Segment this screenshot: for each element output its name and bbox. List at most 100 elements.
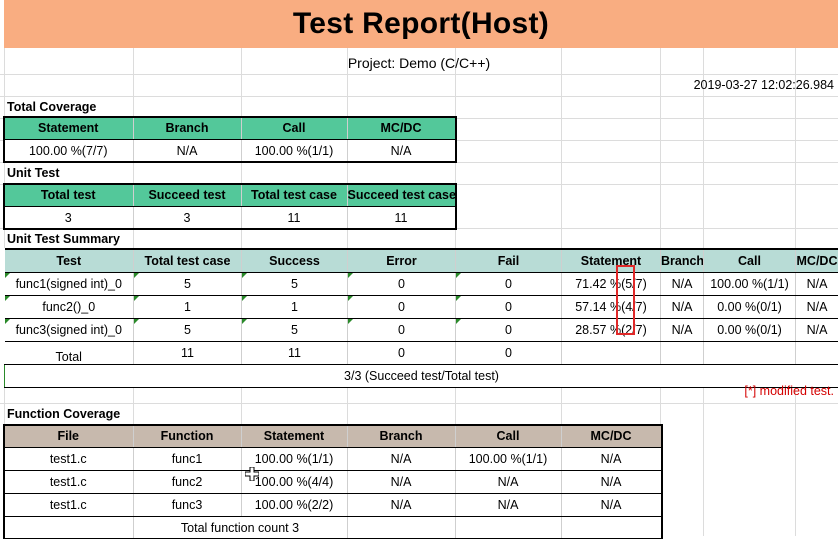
modified-test-note: [*] modified test.: [744, 384, 834, 398]
table-cell[interactable]: 0: [456, 319, 562, 342]
table-row: func2()_0 1 1 0 0 57.14 %(4/7) N/A 0.00 …: [5, 296, 838, 319]
table-cell[interactable]: 0: [348, 273, 456, 296]
table-cell[interactable]: 100.00 %(2/2): [241, 494, 347, 517]
table-cell[interactable]: 11: [241, 207, 347, 230]
table-cell[interactable]: 1: [242, 296, 348, 319]
col-header: Branch: [661, 249, 704, 273]
col-header: Call: [241, 117, 347, 140]
table-cell[interactable]: N/A: [661, 273, 704, 296]
total-coverage-table: Statement Branch Call MC/DC 100.00 %(7/7…: [4, 117, 456, 162]
highlight-box: [616, 265, 635, 335]
table-cell[interactable]: N/A: [347, 494, 455, 517]
function-coverage-heading: Function Coverage: [7, 407, 120, 421]
table-cell[interactable]: N/A: [347, 471, 455, 494]
table-cell[interactable]: 3: [133, 207, 241, 230]
table-row: 3 3 11 11: [4, 207, 455, 230]
col-header: Success: [242, 249, 348, 273]
table-row: test1.c func2 100.00 %(4/4) N/A N/A N/A: [4, 471, 661, 494]
col-header: Call: [704, 249, 796, 273]
table-cell[interactable]: func2()_0: [5, 296, 134, 319]
col-header: Call: [455, 425, 561, 448]
table-cell[interactable]: N/A: [561, 471, 661, 494]
table-cell[interactable]: 0.00 %(0/1): [704, 296, 796, 319]
ratio-row: 3/3 (Succeed test/Total test): [5, 365, 838, 388]
table-cell[interactable]: 0: [348, 342, 456, 365]
table-cell[interactable]: N/A: [455, 494, 561, 517]
table-cell[interactable]: N/A: [661, 296, 704, 319]
table-cell[interactable]: N/A: [455, 471, 561, 494]
col-header: Total test case: [241, 184, 347, 207]
col-header: Function: [133, 425, 241, 448]
table-cell[interactable]: 0: [456, 273, 562, 296]
table-cell[interactable]: N/A: [796, 273, 838, 296]
table-cell[interactable]: test1.c: [4, 471, 133, 494]
table-cell[interactable]: 5: [242, 273, 348, 296]
table-cell[interactable]: 57.14 %(4/7): [562, 296, 661, 319]
table-cell[interactable]: 11: [347, 207, 455, 230]
table-cell[interactable]: func1(signed int)_0: [5, 273, 134, 296]
col-header: MC/DC: [347, 117, 455, 140]
table-cell[interactable]: N/A: [347, 448, 455, 471]
table-cell[interactable]: 100.00 %(1/1): [241, 140, 347, 163]
table-cell[interactable]: 100.00 %(1/1): [455, 448, 561, 471]
table-row: func1(signed int)_0 5 5 0 0 71.42 %(5/7)…: [5, 273, 838, 296]
table-cell[interactable]: 0: [456, 296, 562, 319]
table-cell[interactable]: [704, 342, 796, 365]
col-header: Branch: [347, 425, 455, 448]
col-header: Total test: [4, 184, 133, 207]
col-header: Branch: [133, 117, 241, 140]
table-cell[interactable]: N/A: [796, 296, 838, 319]
report-timestamp: 2019-03-27 12:02:26.984: [694, 78, 834, 92]
cursor-move-icon: [245, 467, 259, 481]
col-header: Statement: [4, 117, 133, 140]
table-cell[interactable]: func2: [133, 471, 241, 494]
table-cell[interactable]: Total: [5, 342, 134, 365]
table-cell[interactable]: 1: [134, 296, 242, 319]
table-cell[interactable]: [562, 342, 661, 365]
table-cell[interactable]: 5: [134, 273, 242, 296]
col-header: Statement: [241, 425, 347, 448]
table-cell[interactable]: test1.c: [4, 494, 133, 517]
succeed-ratio[interactable]: 3/3 (Succeed test/Total test): [5, 365, 838, 388]
table-cell[interactable]: [661, 342, 704, 365]
table-cell[interactable]: 71.42 %(5/7): [562, 273, 661, 296]
table-cell[interactable]: N/A: [133, 140, 241, 163]
table-cell[interactable]: [796, 342, 838, 365]
table-cell[interactable]: 0: [456, 342, 562, 365]
table-cell[interactable]: 100.00 %(1/1): [704, 273, 796, 296]
table-cell[interactable]: N/A: [561, 448, 661, 471]
col-header: Error: [348, 249, 456, 273]
col-header: File: [4, 425, 133, 448]
col-header: MC/DC: [796, 249, 838, 273]
table-cell[interactable]: 5: [134, 319, 242, 342]
total-coverage-heading: Total Coverage: [7, 100, 96, 114]
col-header: Succeed test: [133, 184, 241, 207]
table-row: test1.c func3 100.00 %(2/2) N/A N/A N/A: [4, 494, 661, 517]
table-cell[interactable]: N/A: [796, 319, 838, 342]
unit-test-summary-table: Test Total test case Success Error Fail …: [4, 248, 838, 388]
table-cell[interactable]: 11: [242, 342, 348, 365]
col-header: Succeed test case: [347, 184, 455, 207]
table-cell[interactable]: test1.c: [4, 448, 133, 471]
table-cell[interactable]: 0: [348, 319, 456, 342]
table-cell[interactable]: 100.00 %(7/7): [4, 140, 133, 163]
col-header: Total test case: [134, 249, 242, 273]
col-header: Test: [5, 249, 134, 273]
total-row: Total 11 11 0 0: [5, 342, 838, 365]
table-cell[interactable]: 0: [348, 296, 456, 319]
table-cell[interactable]: func3(signed int)_0: [5, 319, 134, 342]
table-cell[interactable]: 11: [134, 342, 242, 365]
unit-test-heading: Unit Test: [7, 166, 60, 180]
table-cell[interactable]: 5: [242, 319, 348, 342]
table-cell[interactable]: N/A: [347, 140, 455, 163]
table-cell[interactable]: 0.00 %(0/1): [704, 319, 796, 342]
table-cell[interactable]: func3: [133, 494, 241, 517]
table-cell[interactable]: 28.57 %(2/7): [562, 319, 661, 342]
table-cell[interactable]: func1: [133, 448, 241, 471]
table-cell[interactable]: 3: [4, 207, 133, 230]
table-cell[interactable]: N/A: [561, 494, 661, 517]
col-header: Fail: [456, 249, 562, 273]
table-row: func3(signed int)_0 5 5 0 0 28.57 %(2/7)…: [5, 319, 838, 342]
table-cell[interactable]: N/A: [661, 319, 704, 342]
table-row: test1.c func1 100.00 %(1/1) N/A 100.00 %…: [4, 448, 661, 471]
